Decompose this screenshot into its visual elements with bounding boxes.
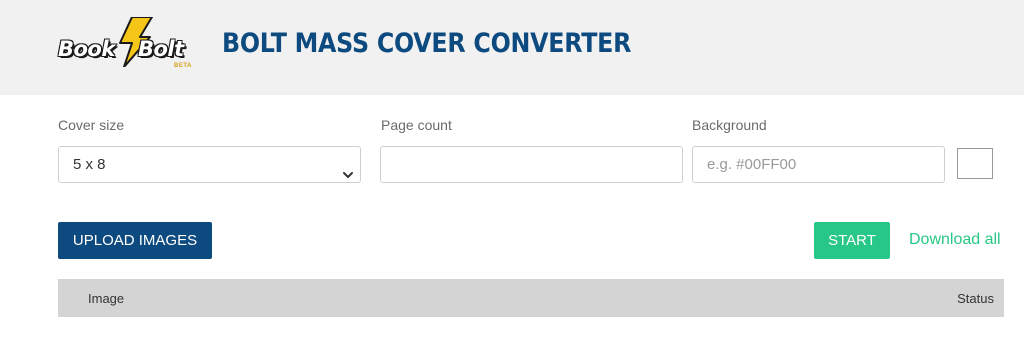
cover-size-label: Cover size — [58, 117, 125, 133]
results-table-header: Image Status — [58, 279, 1004, 317]
page-count-label: Page count — [381, 117, 452, 133]
chevron-down-icon — [342, 159, 354, 178]
download-all-link[interactable]: Download all — [909, 231, 1001, 249]
cover-size-selected-value: 5 x 8 — [73, 156, 106, 173]
app-header: Book Bolt BETA BOLT MASS COVER CONVERTER — [0, 0, 1024, 95]
column-header-status: Status — [957, 291, 994, 306]
background-label: Background — [692, 117, 767, 133]
background-color-input[interactable] — [692, 146, 945, 183]
page-count-input[interactable] — [380, 146, 683, 183]
column-header-image: Image — [88, 291, 125, 306]
logo-word-bolt: Bolt — [137, 36, 184, 61]
logo-word-book: Book — [57, 36, 116, 61]
start-button[interactable]: START — [814, 222, 890, 259]
cover-size-select[interactable]: 5 x 8 — [58, 146, 361, 183]
beta-badge: BETA — [174, 63, 192, 69]
bookbolt-logo[interactable]: Book Bolt BETA — [57, 17, 204, 77]
upload-images-button[interactable]: UPLOAD IMAGES — [58, 222, 212, 259]
page-title: BOLT MASS COVER CONVERTER — [222, 28, 632, 59]
background-color-swatch[interactable] — [957, 148, 993, 179]
